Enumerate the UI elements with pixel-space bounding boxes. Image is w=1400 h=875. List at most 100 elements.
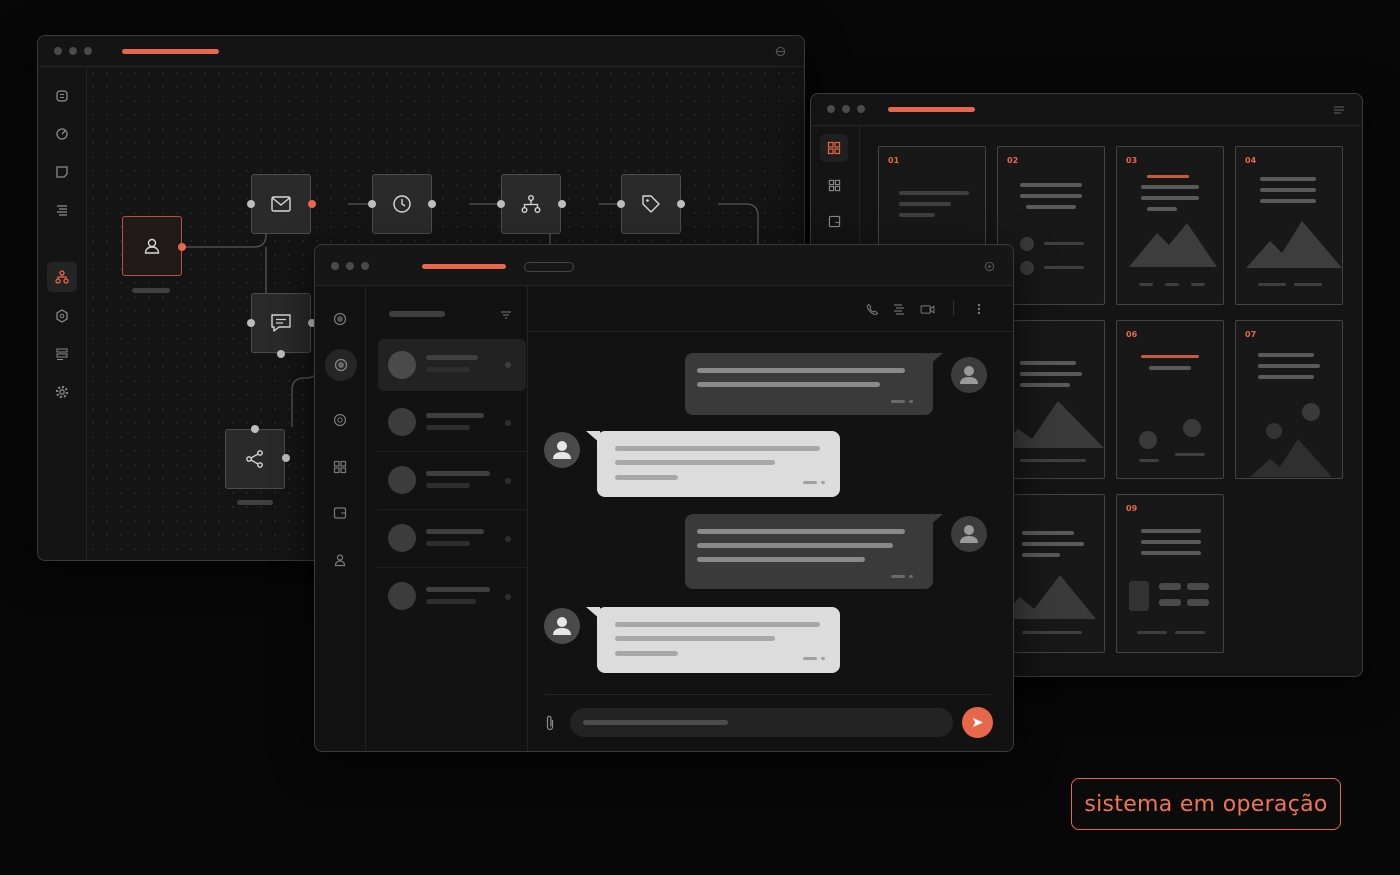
text-line [1022,631,1082,634]
conversation-item[interactable] [378,511,526,568]
text-line [1022,553,1060,557]
tag-node[interactable] [621,174,681,234]
divider [953,301,954,315]
message-line [697,382,880,387]
chat-bubble-icon[interactable] [325,349,357,381]
secondary-tab[interactable] [524,262,574,272]
template-card[interactable]: 09 [1116,494,1224,653]
text-line [1175,453,1205,456]
phone-icon[interactable] [865,302,879,316]
message-line [615,622,820,627]
message-input[interactable] [570,708,953,737]
email-node[interactable] [251,174,311,234]
gauge-icon[interactable] [52,124,72,144]
window-controls[interactable] [331,262,369,270]
template-number: 02 [1007,156,1019,165]
output-port[interactable] [178,243,186,251]
chat-icon [252,294,310,352]
wallet-icon[interactable] [332,505,348,521]
message-preview [426,425,470,430]
message-line [615,475,678,480]
text-line [1258,353,1314,357]
delay-node[interactable] [372,174,432,234]
list-icon[interactable] [892,302,906,316]
conversation-item[interactable] [378,569,526,625]
profile-thumb [1129,581,1149,611]
read-receipt [909,400,913,403]
bubble-tail [929,514,943,526]
apps-icon[interactable] [332,459,348,475]
active-tab-indicator[interactable] [888,107,975,112]
target-icon[interactable] [332,412,348,428]
conversation-item-active[interactable] [378,339,526,391]
input-port[interactable] [368,200,376,208]
apps-icon[interactable] [825,176,843,194]
read-receipt [821,481,825,484]
message-line [615,651,678,656]
active-tab-indicator[interactable] [422,264,506,269]
sliders-icon[interactable] [52,344,72,364]
gear-icon[interactable] [52,382,72,402]
input-port[interactable] [247,200,255,208]
active-tab-indicator[interactable] [122,49,219,54]
output-port[interactable] [277,350,285,358]
input-port[interactable] [251,425,259,433]
template-card[interactable]: 03 [1116,146,1224,305]
user-icon[interactable] [332,552,348,568]
menu-icon[interactable] [1332,104,1346,116]
text-line [1044,242,1084,245]
output-port[interactable] [308,200,316,208]
output-port[interactable] [677,200,685,208]
chat-sidebar [315,285,366,751]
window-controls[interactable] [827,105,865,113]
mountain-image [1129,223,1217,267]
output-port[interactable] [558,200,566,208]
window-controls[interactable] [54,47,92,55]
message-bubble-incoming[interactable] [597,431,840,497]
avatar [951,516,987,552]
conversation-item[interactable] [378,453,526,510]
list-icon[interactable] [52,200,72,220]
text-line [899,202,951,206]
message-line [697,368,905,373]
video-icon[interactable] [919,302,935,316]
input-port[interactable] [617,200,625,208]
text-line [1020,194,1082,198]
accent-line [1147,175,1189,178]
globe-icon[interactable] [983,260,995,272]
message-bubble-outgoing[interactable] [685,514,933,589]
stack-icon[interactable] [52,86,72,106]
note-icon[interactable] [52,162,72,182]
accent-line [1141,355,1199,358]
input-port[interactable] [497,200,505,208]
template-card[interactable]: 07 [1235,320,1343,479]
text-line [899,191,969,195]
grid-icon[interactable] [820,134,848,162]
share-node[interactable] [225,429,285,489]
timestamp [891,575,905,578]
message-bubble-incoming[interactable] [597,607,840,673]
template-card[interactable]: 06 [1116,320,1224,479]
filter-icon[interactable] [500,309,512,321]
text-line [1260,188,1316,192]
template-number: 07 [1245,330,1257,339]
globe-icon[interactable] [774,45,786,57]
output-port[interactable] [282,454,290,462]
conversation-item[interactable] [378,395,526,452]
unread-dot [505,362,511,368]
input-port[interactable] [247,319,255,327]
send-button[interactable] [962,707,993,738]
unread-dot [505,420,511,426]
template-card[interactable]: 04 [1235,146,1343,305]
hexagon-icon[interactable] [52,306,72,326]
more-icon[interactable] [975,302,983,316]
flow-icon[interactable] [47,262,77,292]
trigger-node[interactable] [122,216,182,276]
stack-icon[interactable] [332,311,348,327]
message-node[interactable] [251,293,311,353]
message-bubble-outgoing[interactable] [685,353,933,415]
layout-icon[interactable] [825,212,843,230]
output-port[interactable] [428,200,436,208]
branch-node[interactable] [501,174,561,234]
paperclip-icon[interactable] [543,713,557,733]
